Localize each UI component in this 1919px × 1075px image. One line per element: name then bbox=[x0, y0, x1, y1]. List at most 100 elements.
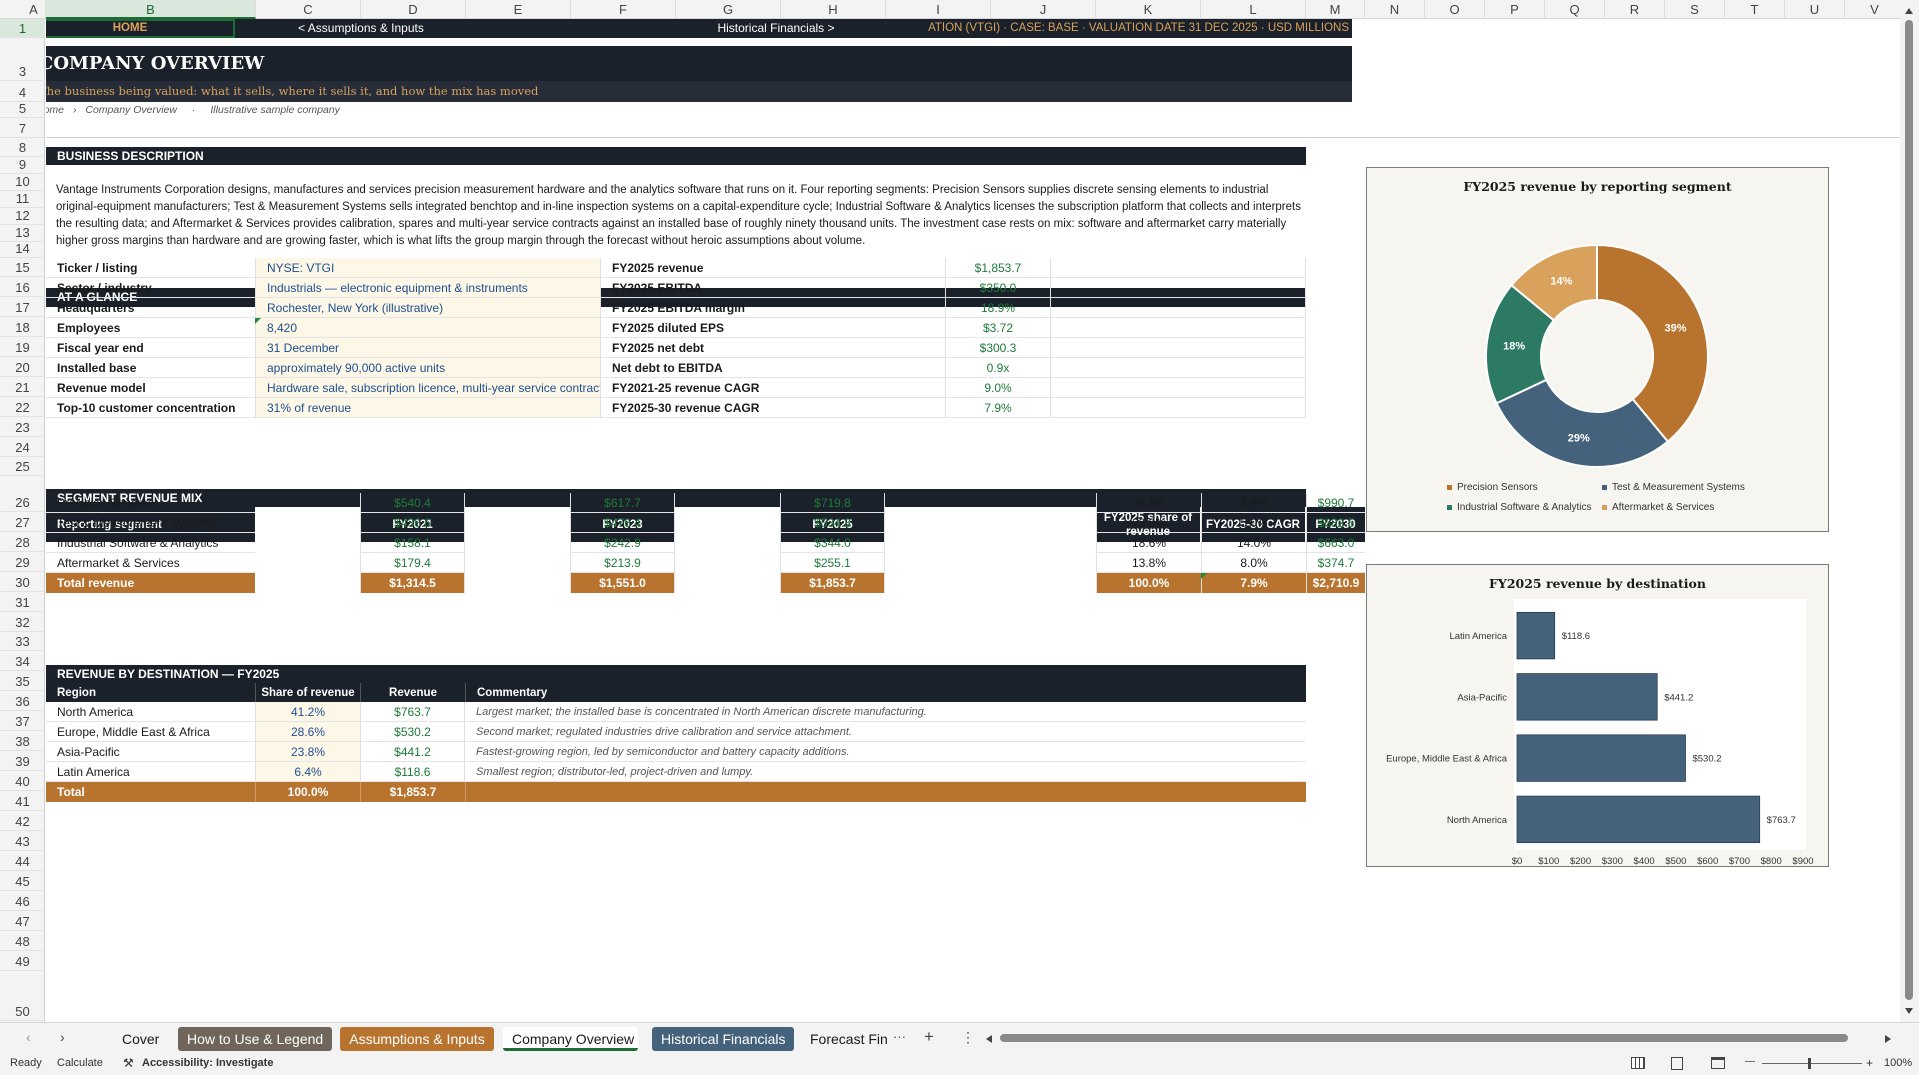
column-header-t[interactable]: T bbox=[1725, 0, 1785, 19]
segment-cagr-value[interactable]: 14.0% bbox=[1201, 533, 1306, 553]
destination-commentary[interactable]: Largest market; the installed base is co… bbox=[465, 702, 1306, 722]
row-header-40[interactable]: 40 bbox=[0, 771, 45, 791]
column-header-s[interactable]: S bbox=[1665, 0, 1725, 19]
bar-europe-middle-east-africa[interactable] bbox=[1516, 734, 1686, 782]
destination-revenue[interactable]: $763.7 bbox=[360, 702, 465, 722]
legend-item[interactable]: Industrial Software & Analytics bbox=[1447, 498, 1602, 518]
column-header-e[interactable]: E bbox=[466, 0, 571, 19]
segment-fy2025-value[interactable]: $255.1 bbox=[780, 553, 885, 573]
segment-share-value[interactable]: 38.8% bbox=[1096, 493, 1201, 513]
destination-revenue[interactable]: $118.6 bbox=[360, 762, 465, 782]
row-header-43[interactable]: 43 bbox=[0, 831, 45, 851]
column-header-j[interactable]: J bbox=[991, 0, 1096, 19]
zoom-slider[interactable] bbox=[1762, 1063, 1862, 1064]
row-header-18[interactable]: 18 bbox=[0, 317, 45, 337]
segment-fy2030-value[interactable]: $990.7 bbox=[1306, 493, 1365, 513]
glance-value[interactable]: NYSE: VTGI bbox=[255, 258, 600, 278]
tab-cover[interactable]: Cover bbox=[113, 1027, 166, 1051]
row-header-9[interactable]: 9 bbox=[0, 157, 45, 174]
zoom-level[interactable]: 100% bbox=[1884, 1057, 1912, 1069]
segment-share-value[interactable]: 100.0% bbox=[1096, 573, 1201, 593]
row-header-14[interactable]: 14 bbox=[0, 241, 45, 258]
glance-spacer-cell[interactable] bbox=[1050, 278, 1306, 298]
column-header-d[interactable]: D bbox=[361, 0, 466, 19]
row-header-37[interactable]: 37 bbox=[0, 711, 45, 731]
row-header-42[interactable]: 42 bbox=[0, 811, 45, 831]
zoom-in-button[interactable]: + bbox=[1866, 1056, 1873, 1070]
row-header-29[interactable]: 29 bbox=[0, 552, 45, 572]
glance-spacer-cell[interactable] bbox=[1050, 298, 1306, 318]
nav-prev-link[interactable]: < Assumptions & Inputs bbox=[256, 19, 466, 38]
segment-fy2025-value[interactable]: $719.8 bbox=[780, 493, 885, 513]
glance-metric-value[interactable]: $1,853.7 bbox=[945, 258, 1050, 278]
row-header-23[interactable]: 23 bbox=[0, 417, 45, 437]
bar-latin-america[interactable] bbox=[1516, 611, 1556, 660]
row-header-17[interactable]: 17 bbox=[0, 297, 45, 317]
row-header-28[interactable]: 28 bbox=[0, 532, 45, 552]
segment-fy2025-value[interactable]: $344.0 bbox=[780, 533, 885, 553]
worksheet-grid[interactable]: HOME < Assumptions & Inputs Historical F… bbox=[46, 19, 1900, 1022]
scroll-down-arrow-icon[interactable] bbox=[1905, 1008, 1913, 1014]
row-header-33[interactable]: 33 bbox=[0, 632, 45, 651]
glance-value[interactable]: 31 December bbox=[255, 338, 600, 358]
tab-company-overview[interactable]: Company Overview bbox=[503, 1027, 638, 1051]
scroll-left-arrow-icon[interactable] bbox=[986, 1035, 992, 1043]
glance-spacer-cell[interactable] bbox=[1050, 258, 1306, 278]
legend-item[interactable]: Aftermarket & Services bbox=[1602, 498, 1772, 518]
glance-metric-value[interactable]: 7.9% bbox=[945, 398, 1050, 418]
column-header-a[interactable]: A bbox=[22, 0, 46, 19]
glance-value[interactable]: 8,420 bbox=[255, 318, 600, 338]
segment-share-value[interactable]: 28.9% bbox=[1096, 513, 1201, 533]
destination-bar-chart[interactable]: FY2025 revenue by destination $118.6 Lati… bbox=[1366, 564, 1829, 867]
segment-fy2023-value[interactable]: $617.7 bbox=[570, 493, 675, 513]
page-layout-view-icon[interactable] bbox=[1671, 1057, 1683, 1070]
segment-fy2021-value[interactable]: $540.4 bbox=[360, 493, 465, 513]
row-header-49[interactable]: 49 bbox=[0, 951, 45, 971]
glance-value[interactable]: Rochester, New York (illustrative) bbox=[255, 298, 600, 318]
row-header-39[interactable]: 39 bbox=[0, 751, 45, 771]
segment-fy2021-value[interactable]: $436.6 bbox=[360, 513, 465, 533]
destination-total-revenue[interactable]: $1,853.7 bbox=[360, 782, 465, 802]
segment-fy2030-value[interactable]: $682.5 bbox=[1306, 513, 1365, 533]
calculate-button[interactable]: Calculate bbox=[57, 1057, 103, 1069]
row-header-15[interactable]: 15 bbox=[0, 258, 45, 277]
column-header-h[interactable]: H bbox=[781, 0, 886, 19]
row-header-5[interactable]: 5 bbox=[0, 101, 45, 118]
bar-asia-pacific[interactable] bbox=[1516, 673, 1658, 721]
glance-metric-value[interactable]: $350.0 bbox=[945, 278, 1050, 298]
glance-metric-value[interactable]: $3.72 bbox=[945, 318, 1050, 338]
destination-total-share[interactable]: 100.0% bbox=[255, 782, 360, 802]
zoom-slider-thumb[interactable] bbox=[1808, 1058, 1811, 1069]
column-header-m[interactable]: M bbox=[1306, 0, 1365, 19]
row-header-34[interactable]: 34 bbox=[0, 651, 45, 671]
segment-cagr-value[interactable]: 6.6% bbox=[1201, 493, 1306, 513]
segment-fy2023-value[interactable]: $213.9 bbox=[570, 553, 675, 573]
row-header-16[interactable]: 16 bbox=[0, 277, 45, 297]
row-header-11[interactable]: 11 bbox=[0, 191, 45, 208]
row-header-1[interactable]: 1 bbox=[0, 19, 45, 38]
tab-assumptions-inputs[interactable]: Assumptions & Inputs bbox=[340, 1027, 494, 1051]
destination-share[interactable]: 41.2% bbox=[255, 702, 360, 722]
vertical-scrollbar[interactable] bbox=[1900, 0, 1919, 1022]
glance-spacer-cell[interactable] bbox=[1050, 378, 1306, 398]
row-header-24[interactable]: 24 bbox=[0, 437, 45, 457]
row-header-12[interactable]: 12 bbox=[0, 208, 45, 225]
destination-commentary[interactable]: Second market; regulated industries driv… bbox=[465, 722, 1306, 742]
more-tabs-icon[interactable]: ··· bbox=[893, 1029, 906, 1044]
destination-share[interactable]: 23.8% bbox=[255, 742, 360, 762]
segment-cagr-value[interactable]: 8.0% bbox=[1201, 553, 1306, 573]
glance-metric-value[interactable]: $300.3 bbox=[945, 338, 1050, 358]
normal-view-icon[interactable] bbox=[1631, 1057, 1645, 1069]
glance-value[interactable]: 31% of revenue bbox=[255, 398, 600, 418]
tab-menu-icon[interactable]: ⋮ bbox=[961, 1029, 975, 1046]
scrollbar-thumb[interactable] bbox=[1000, 1034, 1848, 1042]
segment-cagr-value[interactable]: 7.9% bbox=[1201, 573, 1306, 593]
row-header-48[interactable]: 48 bbox=[0, 931, 45, 951]
column-header-r[interactable]: R bbox=[1605, 0, 1665, 19]
column-header-k[interactable]: K bbox=[1096, 0, 1201, 19]
destination-revenue[interactable]: $530.2 bbox=[360, 722, 465, 742]
segment-fy2021-value[interactable]: $1,314.5 bbox=[360, 573, 465, 593]
column-header-g[interactable]: G bbox=[676, 0, 781, 19]
column-header-v[interactable]: V bbox=[1845, 0, 1905, 19]
segment-share-value[interactable]: 18.6% bbox=[1096, 533, 1201, 553]
